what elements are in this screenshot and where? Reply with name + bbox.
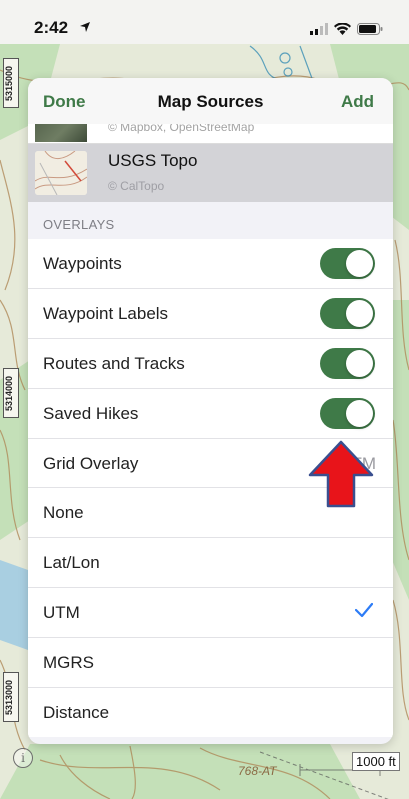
map-source-attribution: © CalTopo: [108, 179, 165, 193]
row-label: Waypoints: [43, 254, 122, 273]
row-label: Lat/Lon: [43, 553, 100, 573]
red-arrow-annotation: [308, 440, 374, 513]
row-label: Grid Overlay: [43, 453, 139, 473]
signal-icon: [310, 22, 328, 40]
add-button[interactable]: Add: [341, 92, 374, 112]
grid-option-utm[interactable]: UTM: [28, 588, 393, 639]
row-label: Distance: [43, 703, 110, 723]
overlay-row-routes-and-tracks[interactable]: Routes and Tracks: [28, 338, 393, 389]
row-label: Routes and Tracks: [43, 353, 185, 373]
status-icons: [310, 22, 383, 40]
saved-hikes-toggle[interactable]: [320, 397, 375, 429]
map-source-name: USGS Topo: [108, 151, 198, 170]
coord-label-middle: 5314000: [3, 368, 19, 418]
map-source-attribution: © Mapbox, OpenStreetMap: [108, 124, 255, 134]
map-source-row-partial[interactable]: © Mapbox, OpenStreetMap: [28, 124, 393, 144]
map-source-row-selected[interactable]: USGS Topo © CalTopo: [28, 144, 393, 202]
coord-label-top: 5315000: [3, 58, 19, 108]
overlay-row-waypoints[interactable]: Waypoints: [28, 239, 393, 289]
done-button[interactable]: Done: [43, 92, 86, 112]
row-label: Saved Hikes: [43, 403, 139, 423]
row-label: UTM: [43, 603, 80, 623]
grid-option-mgrs[interactable]: MGRS: [28, 638, 393, 689]
status-bar: 2:42: [0, 0, 409, 44]
waypoint-labels-toggle[interactable]: [320, 297, 375, 329]
coord-label-bottom: 5313000: [3, 672, 19, 722]
location-arrow-icon: [79, 20, 91, 38]
scale-bar-label: 1000 ft: [352, 752, 400, 771]
wifi-icon: [334, 22, 351, 40]
routes-and-tracks-toggle[interactable]: [320, 347, 375, 379]
map-source-thumbnail: [35, 124, 87, 142]
grid-option-lat-lon[interactable]: Lat/Lon: [28, 538, 393, 589]
row-label: MGRS: [43, 653, 94, 673]
waypoints-toggle[interactable]: [320, 248, 375, 279]
checkmark-icon: [354, 602, 374, 623]
row-label: Waypoint Labels: [43, 303, 169, 323]
battery-icon: [357, 22, 383, 40]
map-marker-label: 768-AT: [238, 764, 278, 778]
overlay-row-saved-hikes[interactable]: Saved Hikes: [28, 388, 393, 439]
nav-bar: Done Map Sources Add: [28, 78, 393, 125]
info-icon[interactable]: i: [13, 748, 33, 768]
map-source-thumbnail: [35, 151, 87, 195]
row-label: None: [43, 503, 84, 523]
grid-option-distance[interactable]: Distance: [28, 688, 393, 737]
overlay-row-waypoint-labels[interactable]: Waypoint Labels: [28, 288, 393, 339]
overlays-section-header: OVERLAYS: [43, 217, 115, 232]
status-time: 2:42: [34, 18, 69, 37]
map-sources-sheet: Done Map Sources Add © Mapbox, OpenStree…: [28, 78, 393, 744]
